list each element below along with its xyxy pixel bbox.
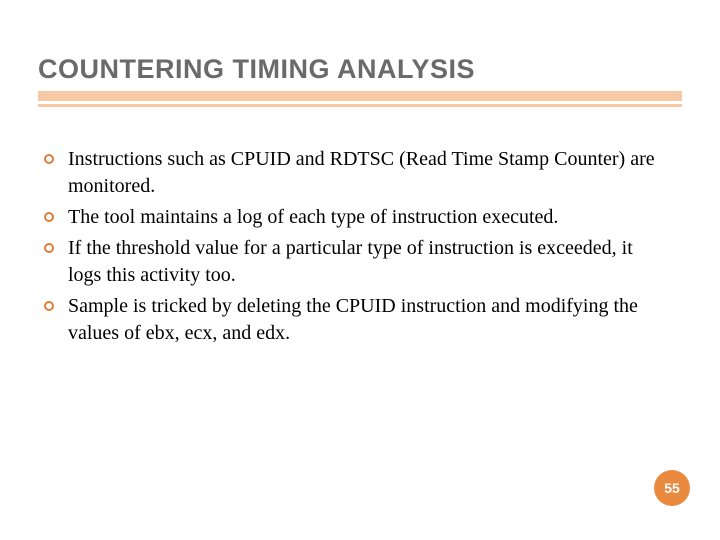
list-item-text: If the threshold value for a particular … [68,235,666,289]
list-item: The tool maintains a log of each type of… [44,204,666,231]
list-item-text: Instructions such as CPUID and RDTSC (Re… [68,146,666,200]
ring-bullet-icon [44,243,54,253]
title-block: COUNTERING TIMING ANALYSIS [38,54,682,107]
page-number-badge: 55 [654,470,690,506]
list-item-text: The tool maintains a log of each type of… [68,204,558,231]
ring-bullet-icon [44,301,54,311]
ring-bullet-icon [44,212,54,222]
ring-bullet-icon [44,154,54,164]
list-item-text: Sample is tricked by deleting the CPUID … [68,293,666,347]
title-underline-thick [38,91,682,101]
bullet-list: Instructions such as CPUID and RDTSC (Re… [44,146,666,351]
page-number: 55 [664,480,680,496]
list-item: Sample is tricked by deleting the CPUID … [44,293,666,347]
slide-title: COUNTERING TIMING ANALYSIS [38,54,682,85]
list-item: Instructions such as CPUID and RDTSC (Re… [44,146,666,200]
title-underline-thin [38,104,682,107]
list-item: If the threshold value for a particular … [44,235,666,289]
